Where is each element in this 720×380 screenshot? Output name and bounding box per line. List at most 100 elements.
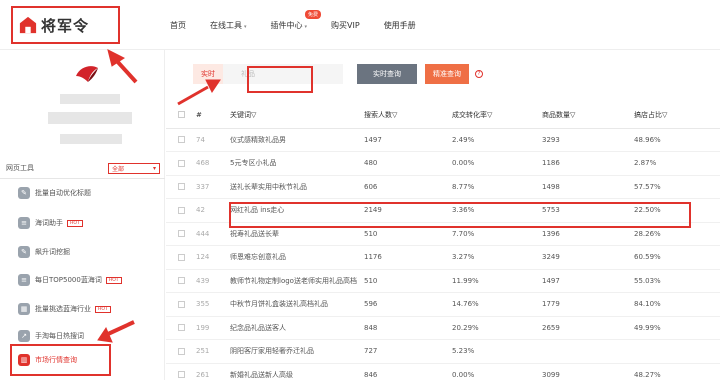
table-row[interactable]: 337 送礼长辈实用中秋节礼品 606 8.77% 1498 57.57% (166, 175, 720, 199)
keyword-cell[interactable]: 网红礼品 ins走心 (230, 198, 364, 223)
keyword-table: # 关键词▽ 搜索人数▽ 成交转化率▽ 商品数量▽ 搞店占比▽ 74 仪式感精致礼… (166, 102, 720, 380)
row-checkbox[interactable] (166, 316, 196, 340)
precise-query-button[interactable]: 精准查询 (425, 64, 469, 84)
keyword-cell[interactable]: 送礼长辈实用中秋节礼品 (230, 175, 364, 199)
document-icon: ≡ (18, 217, 30, 229)
table-row[interactable]: 261 新婚礼品送新人高级 846 0.00% 3099 48.27% (166, 363, 720, 380)
sidebar-item-batch-title[interactable]: ✎ 批量自动优化标题 (18, 185, 91, 201)
table-row[interactable]: 74 仪式感精致礼品男 1497 2.49% 3293 48.96% (166, 128, 720, 152)
store-share-cell: 22.50% (634, 198, 720, 223)
keyword-cell[interactable]: 新婚礼品送新人高级 (230, 363, 364, 380)
user-name-blurred (60, 94, 120, 104)
table-row[interactable]: 199 纪念品礼品送客人 848 20.29% 2659 49.99% (166, 316, 720, 340)
keyword-cell[interactable]: 中秋节月饼礼盒装送礼高档礼品 (230, 292, 364, 317)
nav-home[interactable]: 首页 (170, 20, 186, 31)
search-count-cell: 846 (364, 363, 452, 380)
nav-online-tools[interactable]: 在线工具 ▾ (210, 20, 247, 31)
user-meta-blurred (60, 134, 122, 144)
store-share-cell: 49.99% (634, 316, 720, 340)
search-count-cell: 480 (364, 151, 452, 176)
conversion-rate-cell: 14.76% (452, 292, 542, 317)
store-share-cell: 28.26% (634, 222, 720, 246)
nav-buy-vip[interactable]: 购买VIP (331, 20, 360, 31)
conversion-rate-cell: 3.27% (452, 245, 542, 270)
active-item-highlight (10, 344, 111, 376)
col-header-keyword[interactable]: 关键词▽ (230, 102, 364, 129)
col-header-search[interactable]: 搜索人数▽ (364, 102, 452, 129)
store-share-cell: 55.03% (634, 269, 720, 293)
conversion-rate-cell: 3.36% (452, 198, 542, 223)
row-checkbox[interactable] (166, 363, 196, 380)
keyword-cell[interactable]: 仪式感精致礼品男 (230, 128, 364, 152)
goods-count-cell: 3099 (542, 363, 634, 380)
select-value: 全部 (112, 165, 125, 173)
help-icon[interactable]: ? (475, 70, 483, 78)
chevron-down-icon: ▾ (304, 23, 308, 30)
search-count-cell: 606 (364, 175, 452, 199)
row-checkbox[interactable] (166, 151, 196, 176)
select-all-checkbox[interactable] (166, 102, 196, 129)
row-checkbox[interactable] (166, 222, 196, 246)
conversion-rate-cell: 11.99% (452, 269, 542, 293)
search-count-cell: 510 (364, 269, 452, 293)
tool-category-select[interactable]: 全部 ▾ (108, 162, 160, 174)
search-area: 实时 实时查询 精准查询 ? (193, 64, 483, 93)
goods-count-cell: 1497 (542, 269, 634, 293)
keyword-cell[interactable]: 祝寿礼品送长辈 (230, 222, 364, 246)
keyword-cell[interactable]: 师恩难忘创意礼品 (230, 245, 364, 270)
search-count-cell: 510 (364, 222, 452, 246)
goods-count-cell: 1498 (542, 175, 634, 199)
table-row[interactable]: 444 祝寿礼品送长辈 510 7.70% 1396 28.26% (166, 222, 720, 246)
conversion-rate-cell: 0.00% (452, 151, 542, 176)
sidebar-item-hot-search[interactable]: ↗ 手淘每日热搜词 (18, 328, 84, 344)
nav-manual[interactable]: 使用手册 (384, 20, 416, 31)
sidebar: 网页工具 全部 ▾ ✎ 批量自动优化标题 ≡ 海词助手 HOT ✎ 飙升词挖掘 … (0, 50, 165, 380)
sidebar-item-blue-ocean-industry[interactable]: ▦ 批量挑选蓝海行业 HOT (18, 301, 111, 317)
row-checkbox[interactable] (166, 198, 196, 223)
sidebar-item-top5000[interactable]: ≡ 每日TOP5000蓝海词 HOT (18, 272, 122, 288)
realtime-query-button[interactable]: 实时查询 (357, 64, 417, 84)
row-checkbox[interactable] (166, 269, 196, 293)
table-row[interactable]: 251 阴阳客厅家用轻奢乔迁礼品 727 5.23% (166, 339, 720, 364)
table-row[interactable]: 124 师恩难忘创意礼品 1176 3.27% 3249 60.59% (166, 245, 720, 270)
goods-count-cell: 1396 (542, 222, 634, 246)
col-header-share[interactable]: 搞店占比▽ (634, 102, 720, 129)
divider (0, 178, 165, 179)
main-nav: 首页 在线工具 ▾ 插件中心 ▾ 免费 购买VIP 使用手册 (170, 0, 440, 50)
nav-plugin-center[interactable]: 插件中心 ▾ 免费 (271, 9, 322, 31)
trend-icon: ↗ (18, 330, 30, 342)
table-row[interactable]: 468 5元专区小礼品 480 0.00% 1186 2.87% (166, 151, 720, 176)
conversion-rate-cell: 2.49% (452, 128, 542, 152)
tool-filter-row: 网页工具 全部 ▾ (6, 161, 160, 175)
keyword-cell[interactable]: 纪念品礼品送客人 (230, 316, 364, 340)
row-checkbox[interactable] (166, 175, 196, 199)
realtime-tag[interactable]: 实时 (193, 64, 223, 84)
keyword-cell[interactable]: 阴阳客厅家用轻奢乔迁礼品 (230, 339, 364, 364)
goods-count-cell: 3249 (542, 245, 634, 270)
row-checkbox[interactable] (166, 245, 196, 270)
row-number: 251 (196, 339, 230, 364)
logo[interactable]: 将军令 (11, 6, 120, 44)
conversion-rate-cell: 0.00% (452, 363, 542, 380)
row-checkbox[interactable] (166, 292, 196, 317)
row-checkbox[interactable] (166, 339, 196, 364)
row-checkbox[interactable] (166, 128, 196, 152)
store-share-cell: 84.10% (634, 292, 720, 317)
row-number: 337 (196, 175, 230, 199)
keyword-cell[interactable]: 教师节礼物定制logo送老师实用礼品高档 (230, 269, 364, 293)
search-count-cell: 727 (364, 339, 452, 364)
sidebar-item-word-assistant[interactable]: ≡ 海词助手 HOT (18, 215, 83, 231)
col-header-goods[interactable]: 商品数量▽ (542, 102, 634, 129)
sidebar-item-rising-words[interactable]: ✎ 飙升词挖掘 (18, 244, 70, 260)
row-number: 468 (196, 151, 230, 176)
row-number: 199 (196, 316, 230, 340)
hot-badge: HOT (105, 276, 122, 284)
keyword-cell[interactable]: 5元专区小礼品 (230, 151, 364, 176)
table-row[interactable]: 355 中秋节月饼礼盒装送礼高档礼品 596 14.76% 1779 84.10% (166, 292, 720, 317)
goods-count-cell: 1779 (542, 292, 634, 317)
col-header-conversion[interactable]: 成交转化率▽ (452, 102, 542, 129)
logo-text: 将军令 (41, 16, 90, 35)
table-row[interactable]: 42 网红礼品 ins走心 2149 3.36% 5753 22.50% (166, 198, 720, 223)
table-row[interactable]: 439 教师节礼物定制logo送老师实用礼品高档 510 11.99% 1497 55.0… (166, 269, 720, 293)
sidebar-item-label: 手淘每日热搜词 (35, 332, 84, 340)
